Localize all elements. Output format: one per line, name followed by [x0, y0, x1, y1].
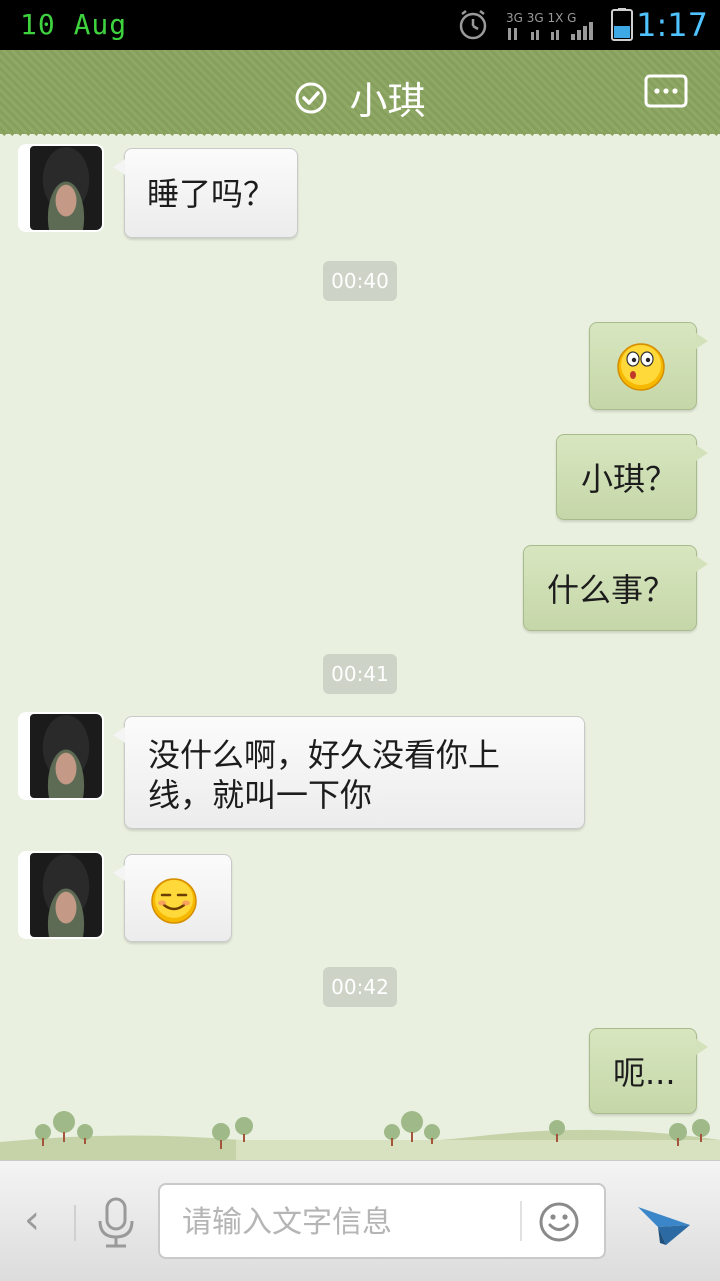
- scenery-decoration: [0, 1111, 720, 1160]
- svg-text:3G 3G 1X G: 3G 3G 1X G: [506, 11, 576, 25]
- contact-avatar[interactable]: [20, 853, 102, 937]
- contact-avatar[interactable]: [20, 714, 102, 798]
- avatar-image: [30, 853, 102, 937]
- microphone-icon[interactable]: [96, 1197, 136, 1249]
- message-input-box[interactable]: [158, 1183, 606, 1259]
- message-text-line: 线，就叫一下你: [148, 776, 373, 814]
- avatar-image: [30, 146, 102, 230]
- message-text: 小琪？: [581, 460, 678, 498]
- smile-emoji-icon: [151, 878, 197, 924]
- message-text-line: 没什么啊，好久没看你上: [148, 736, 501, 774]
- outgoing-message[interactable]: 小琪？: [556, 434, 708, 520]
- surprised-emoji-icon: [617, 343, 665, 391]
- message-input[interactable]: [180, 1199, 504, 1245]
- outgoing-message[interactable]: 什么事？: [523, 545, 708, 631]
- input-divider: [520, 1201, 522, 1241]
- status-icons: 3G 3G 1X G: [459, 8, 633, 41]
- signal-icon: 3G 3G 1X G: [506, 11, 593, 40]
- divider: [74, 1205, 76, 1241]
- input-bar: ‹: [0, 1160, 720, 1281]
- message-text: 什么事？: [547, 571, 676, 609]
- outgoing-message[interactable]: [589, 322, 708, 410]
- page-title: 小琪: [349, 79, 426, 123]
- smiley-icon[interactable]: [538, 1201, 580, 1243]
- battery-icon: [611, 8, 633, 41]
- chevron-left-icon[interactable]: ‹: [24, 1197, 40, 1243]
- chat-area[interactable]: 睡了吗？ 00:40 小琪？ 什么事？ 00:41 没什么啊，好久没看你上 线，…: [0, 134, 720, 1160]
- timestamp: 00:41: [323, 654, 397, 694]
- incoming-message[interactable]: 睡了吗？: [113, 148, 298, 238]
- title-bar: 小琪: [0, 50, 720, 140]
- title-wrap: 小琪: [0, 70, 720, 125]
- incoming-message[interactable]: 没什么啊，好久没看你上 线，就叫一下你: [113, 716, 585, 829]
- timestamp: 00:40: [323, 261, 397, 301]
- contact-avatar[interactable]: [20, 146, 102, 230]
- message-text: 睡了吗？: [147, 175, 276, 213]
- status-date: 10 Aug: [20, 8, 128, 41]
- message-text: 呃...: [613, 1054, 676, 1092]
- status-bar: 10 Aug 3G 3G 1X G 1:17: [0, 0, 720, 50]
- status-time: 1:17: [636, 6, 708, 44]
- alarm-icon: [459, 10, 487, 40]
- send-plane-icon[interactable]: [636, 1197, 692, 1247]
- timestamp: 00:42: [323, 967, 397, 1007]
- check-circle-icon: [295, 82, 327, 113]
- incoming-message[interactable]: [113, 854, 232, 942]
- avatar-image: [30, 714, 102, 798]
- chat-more-icon[interactable]: [644, 74, 688, 108]
